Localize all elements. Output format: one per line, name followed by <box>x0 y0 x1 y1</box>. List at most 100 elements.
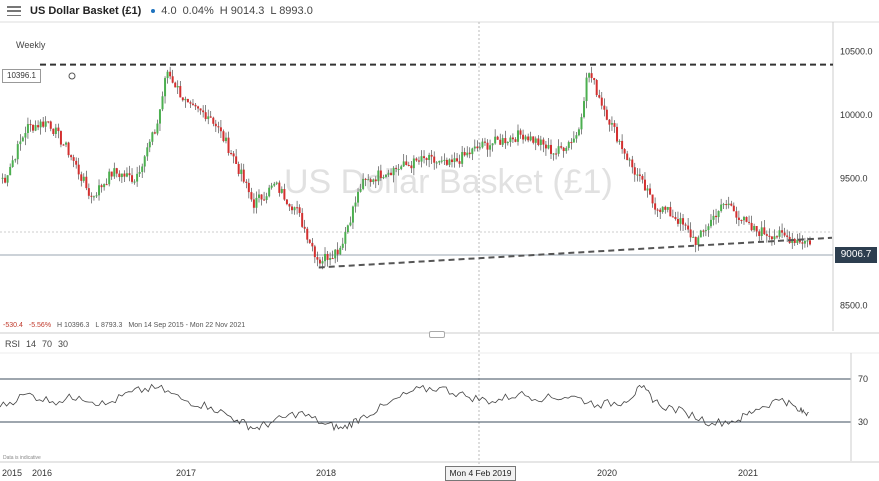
rsi-period: 14 <box>26 339 37 349</box>
candle-body <box>346 225 349 233</box>
candle-body <box>217 126 220 128</box>
candle-body <box>136 173 139 182</box>
candle-body <box>468 152 471 155</box>
resistance-price-tag[interactable]: 10396.1 <box>2 69 41 83</box>
crosshair-date-label: Mon 4 Feb 2019 <box>445 466 516 481</box>
candle-body <box>331 258 334 260</box>
candle-body <box>153 132 156 134</box>
candle-body <box>669 207 672 217</box>
candle-body <box>171 76 174 83</box>
period-low: L 8793.3 <box>95 322 123 329</box>
candle-body <box>537 138 540 145</box>
rsi-legend[interactable]: RSI 14 70 30 <box>5 339 68 349</box>
candle-body <box>72 157 75 161</box>
candle-body <box>687 225 690 230</box>
candle-body <box>364 178 367 180</box>
candle-body <box>298 207 301 214</box>
time-label: 2015 <box>2 468 22 478</box>
candle-body <box>590 73 593 79</box>
candle-body <box>583 101 586 118</box>
candle-body <box>481 141 484 148</box>
candle-body <box>781 230 784 233</box>
candle-body <box>740 219 743 221</box>
candle-body <box>75 160 78 165</box>
candle-body <box>212 117 215 124</box>
period-range: Mon 14 Sep 2015 - Mon 22 Nov 2021 <box>128 322 246 329</box>
candle-body <box>301 213 304 227</box>
candle-body <box>654 203 657 210</box>
candle-body <box>42 121 45 127</box>
candle-body <box>712 215 715 220</box>
candle-body <box>52 128 55 134</box>
time-label: 2021 <box>738 468 758 478</box>
chart-canvas[interactable]: 10500.0 10000.0 9500.0 8500.0 70 30 2015 20… <box>0 0 879 481</box>
candle-body <box>318 259 321 264</box>
candle-body <box>164 78 167 97</box>
candlestick-series <box>1 66 811 270</box>
candle-body <box>603 105 606 110</box>
candle-body <box>702 230 705 232</box>
candle-body <box>453 158 456 163</box>
candle-body <box>646 188 649 191</box>
candle-body <box>616 126 619 142</box>
candle-body <box>430 154 433 157</box>
candle-body <box>745 217 748 222</box>
candle-body <box>651 194 654 204</box>
candle-body <box>400 166 403 169</box>
candle-body <box>47 121 50 123</box>
candle-body <box>793 238 796 243</box>
candle-body <box>717 211 720 218</box>
candle-body <box>108 171 111 185</box>
candle-body <box>270 185 273 188</box>
candle-body <box>32 124 35 131</box>
panel-resize-handle[interactable] <box>429 331 445 338</box>
candle-body <box>67 142 70 156</box>
candle-body <box>6 175 9 183</box>
candle-body <box>204 112 207 120</box>
candle-body <box>661 206 664 213</box>
candle-body <box>709 219 712 227</box>
candle-body <box>621 140 624 150</box>
candle-body <box>344 232 347 244</box>
candle-body <box>321 261 324 264</box>
candle-body <box>534 138 537 143</box>
period-change: -530.4 <box>3 322 23 329</box>
candle-body <box>628 159 631 161</box>
period-stats: -530.4 -5.56% H 10396.3 L 8793.3 Mon 14 … <box>3 322 245 329</box>
candle-body <box>169 71 172 77</box>
interval-label[interactable]: Weekly <box>16 40 45 50</box>
candle-body <box>643 179 646 191</box>
candle-body <box>57 127 60 132</box>
candle-body <box>237 163 240 174</box>
candle-body <box>585 77 588 102</box>
candle-body <box>324 253 327 262</box>
candle-body <box>194 104 197 107</box>
candle-body <box>450 159 453 163</box>
candle-body <box>186 98 189 103</box>
candle-body <box>435 162 438 164</box>
candle-body <box>671 216 674 218</box>
candle-body <box>458 161 461 164</box>
rsi-line <box>0 383 809 432</box>
candle-body <box>273 183 276 186</box>
candle-body <box>638 174 641 176</box>
candle-body <box>166 71 169 79</box>
candle-body <box>374 179 377 182</box>
candle-body <box>148 141 151 148</box>
candle-body <box>369 179 372 183</box>
support-trend-line <box>318 236 833 269</box>
candle-body <box>555 153 558 155</box>
candle-body <box>227 137 230 153</box>
candle-body <box>664 206 667 210</box>
candle-body <box>496 136 499 140</box>
candle-body <box>539 139 542 145</box>
candle-body <box>410 165 413 169</box>
candle-body <box>395 167 398 169</box>
candle-body <box>199 108 202 111</box>
candle-body <box>397 168 400 170</box>
period-change-percent: -5.56% <box>28 322 52 329</box>
candle-body <box>580 117 583 130</box>
candle-body <box>232 153 235 157</box>
price-axis-ticks: 10500.0 10000.0 9500.0 8500.0 <box>840 46 873 310</box>
candle-body <box>689 229 692 238</box>
